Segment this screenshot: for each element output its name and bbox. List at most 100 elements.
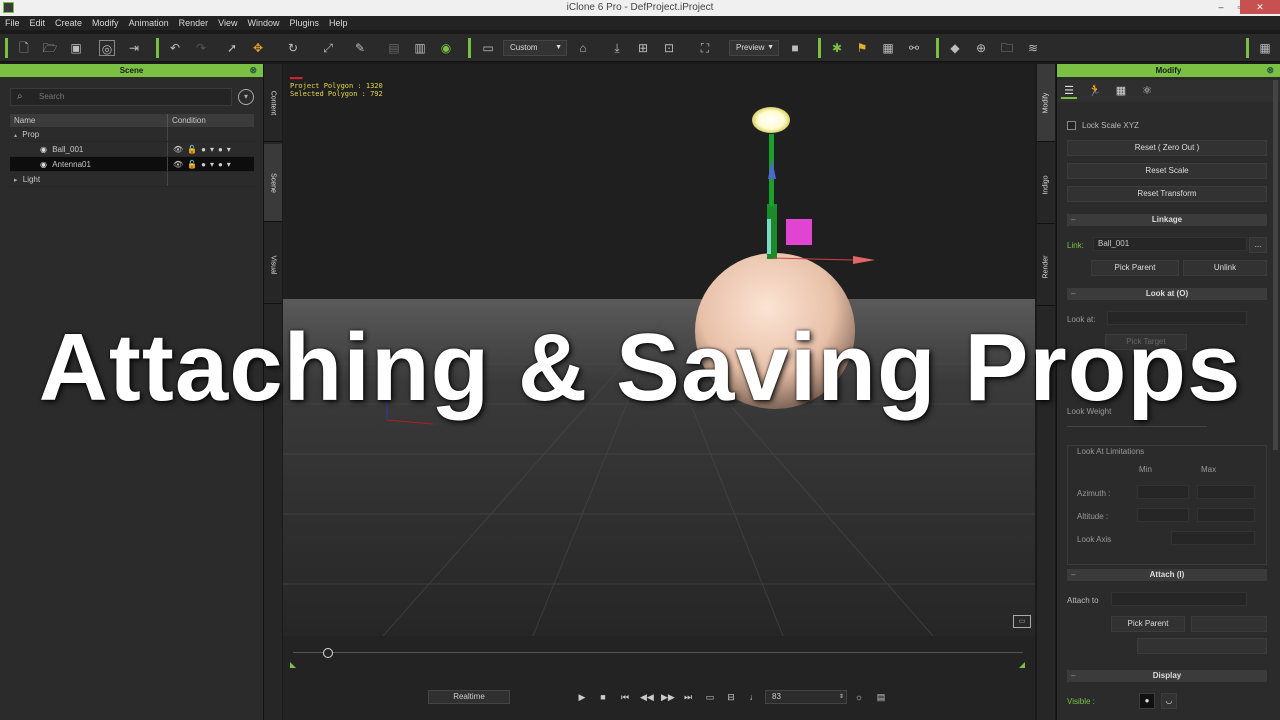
export-folder-icon[interactable]: 🗀: [999, 40, 1015, 56]
camera-dropdown[interactable]: Custom ▼: [503, 40, 567, 56]
save-icon[interactable]: ▣: [68, 40, 84, 56]
tree-row-antenna[interactable]: ◉ Antenna01 👁🔓●▾●▾: [10, 157, 254, 172]
grid-icon[interactable]: ⊞: [635, 40, 651, 56]
edit-pen-icon[interactable]: ✎: [352, 40, 368, 56]
merge-button[interactable]: [1137, 638, 1267, 654]
frame-settings-icon[interactable]: ☼: [853, 691, 865, 703]
preview-dropdown[interactable]: Preview ▼: [729, 40, 779, 56]
import-icon[interactable]: ⇥: [126, 40, 142, 56]
menu-create[interactable]: Create: [50, 16, 87, 30]
range-icon[interactable]: ⊟: [725, 691, 737, 703]
close-button[interactable]: ✕: [1240, 0, 1280, 14]
scale-icon[interactable]: ⤢: [320, 40, 336, 56]
audio-note-icon[interactable]: ♩: [748, 691, 760, 703]
search-input[interactable]: ⌕ Search: [10, 88, 232, 106]
frame-selected-icon[interactable]: ⛶: [697, 40, 713, 56]
fit-view-icon[interactable]: ⊡: [661, 40, 677, 56]
new-file-icon[interactable]: 🗋: [16, 40, 32, 56]
goto-end-icon[interactable]: ⏭: [682, 691, 694, 703]
reset-scale-button[interactable]: Reset Scale: [1067, 163, 1267, 179]
frame-number-input[interactable]: 83 ⇕: [765, 690, 847, 704]
transform-sliders-icon[interactable]: ☰: [1061, 83, 1077, 99]
tab-indigo[interactable]: Indigo: [1037, 146, 1055, 224]
play-icon[interactable]: ▶: [576, 691, 588, 703]
azimuth-max-field[interactable]: [1197, 485, 1255, 499]
tab-scene[interactable]: Scene: [264, 144, 282, 222]
filter-dropdown-icon[interactable]: ▾: [238, 89, 254, 105]
video-camera-icon[interactable]: ■: [787, 40, 803, 56]
visible-off-icon[interactable]: ◡: [1161, 693, 1177, 709]
motion-figure-icon[interactable]: 🏃: [1087, 83, 1103, 99]
unlink-button[interactable]: Unlink: [1183, 260, 1267, 276]
condition-icons[interactable]: 👁🔓●▾●▾: [167, 157, 235, 171]
menu-plugins[interactable]: Plugins: [285, 16, 325, 30]
condition-icons[interactable]: 👁🔓●▾●▾: [167, 142, 235, 156]
reset-zero-button[interactable]: Reset ( Zero Out ): [1067, 140, 1267, 156]
attach-section-header[interactable]: – Attach (I): [1067, 569, 1267, 581]
goto-start-icon[interactable]: ⏮: [619, 691, 631, 703]
rotate-icon[interactable]: ↻: [285, 40, 301, 56]
pick-parent-button[interactable]: Pick Parent: [1091, 260, 1179, 276]
attach-to-field[interactable]: [1111, 592, 1247, 606]
tree-row-prop[interactable]: ▴ Prop: [10, 127, 254, 142]
lookat-section-header[interactable]: – Look at (O): [1067, 288, 1267, 300]
menu-help[interactable]: Help: [324, 16, 353, 30]
lock-scale-checkbox[interactable]: [1067, 121, 1076, 130]
azimuth-min-field[interactable]: [1137, 485, 1189, 499]
physics-atom-icon[interactable]: ⚛: [1139, 83, 1155, 99]
align-icon[interactable]: ▤: [386, 40, 402, 56]
altitude-max-field[interactable]: [1197, 508, 1255, 522]
start-marker-icon[interactable]: [290, 662, 296, 668]
clipboard-icon[interactable]: ▦: [880, 40, 896, 56]
character-icon[interactable]: ✱: [829, 40, 845, 56]
tree-row-light[interactable]: ▸ Light: [10, 172, 254, 187]
stop-icon[interactable]: ■: [597, 691, 609, 703]
menu-animation[interactable]: Animation: [124, 16, 174, 30]
visibility-eye-icon[interactable]: ◉: [438, 40, 454, 56]
arrange-icon[interactable]: ▥: [412, 40, 428, 56]
tab-content[interactable]: Content: [264, 64, 282, 142]
visible-on-icon[interactable]: ●: [1139, 693, 1155, 709]
timeline-track[interactable]: [293, 652, 1023, 653]
tab-render[interactable]: Render: [1037, 228, 1055, 306]
timeline-scrubber[interactable]: [323, 648, 333, 658]
tab-modify[interactable]: Modify: [1037, 64, 1055, 142]
menu-view[interactable]: View: [213, 16, 242, 30]
drop-to-floor-icon[interactable]: ⤓: [609, 40, 625, 56]
panel-close-icon[interactable]: ⊗: [249, 64, 257, 77]
move-icon[interactable]: ✥: [250, 40, 266, 56]
expand-icon[interactable]: ▸: [10, 177, 18, 184]
select-icon[interactable]: ➚: [224, 40, 240, 56]
viewport-layout-icon[interactable]: ▭: [480, 40, 496, 56]
reset-transform-button[interactable]: Reset Transform: [1067, 186, 1267, 202]
link-browse-button[interactable]: ...: [1249, 237, 1267, 253]
altitude-min-field[interactable]: [1137, 508, 1189, 522]
attach-pick-parent-button[interactable]: Pick Parent: [1111, 616, 1185, 632]
menu-window[interactable]: Window: [242, 16, 284, 30]
prev-frame-icon[interactable]: ◀◀: [640, 691, 654, 703]
home-icon[interactable]: ⌂: [575, 40, 591, 56]
detach-button[interactable]: [1191, 616, 1267, 632]
zoom-icon[interactable]: ⊕: [973, 40, 989, 56]
flag-icon[interactable]: ⚑: [854, 40, 870, 56]
settings-sliders-icon[interactable]: ≋: [1025, 40, 1041, 56]
next-frame-icon[interactable]: ▶▶: [661, 691, 675, 703]
loop-icon[interactable]: ▭: [704, 691, 716, 703]
layout-grid-icon[interactable]: ▦: [1257, 40, 1273, 56]
look-axis-select[interactable]: [1171, 531, 1255, 545]
tab-visual[interactable]: Visual: [264, 226, 282, 304]
viewport-screen-icon[interactable]: ▭: [1013, 615, 1031, 628]
menu-file[interactable]: File: [0, 16, 25, 30]
stepper-icon[interactable]: ⇕: [839, 691, 844, 703]
timeline-panel-icon[interactable]: ▤: [875, 691, 887, 703]
redo-icon[interactable]: ↷: [193, 40, 209, 56]
link-icon[interactable]: ⚯: [906, 40, 922, 56]
link-field[interactable]: Ball_001: [1093, 237, 1247, 251]
material-checker-icon[interactable]: ▦: [1113, 83, 1129, 99]
undo-icon[interactable]: ↶: [167, 40, 183, 56]
linkage-section-header[interactable]: – Linkage: [1067, 214, 1267, 226]
realtime-button[interactable]: Realtime: [428, 690, 510, 704]
look-weight-slider[interactable]: [1067, 426, 1207, 427]
open-folder-icon[interactable]: 🗁: [42, 40, 58, 56]
menu-edit[interactable]: Edit: [25, 16, 51, 30]
